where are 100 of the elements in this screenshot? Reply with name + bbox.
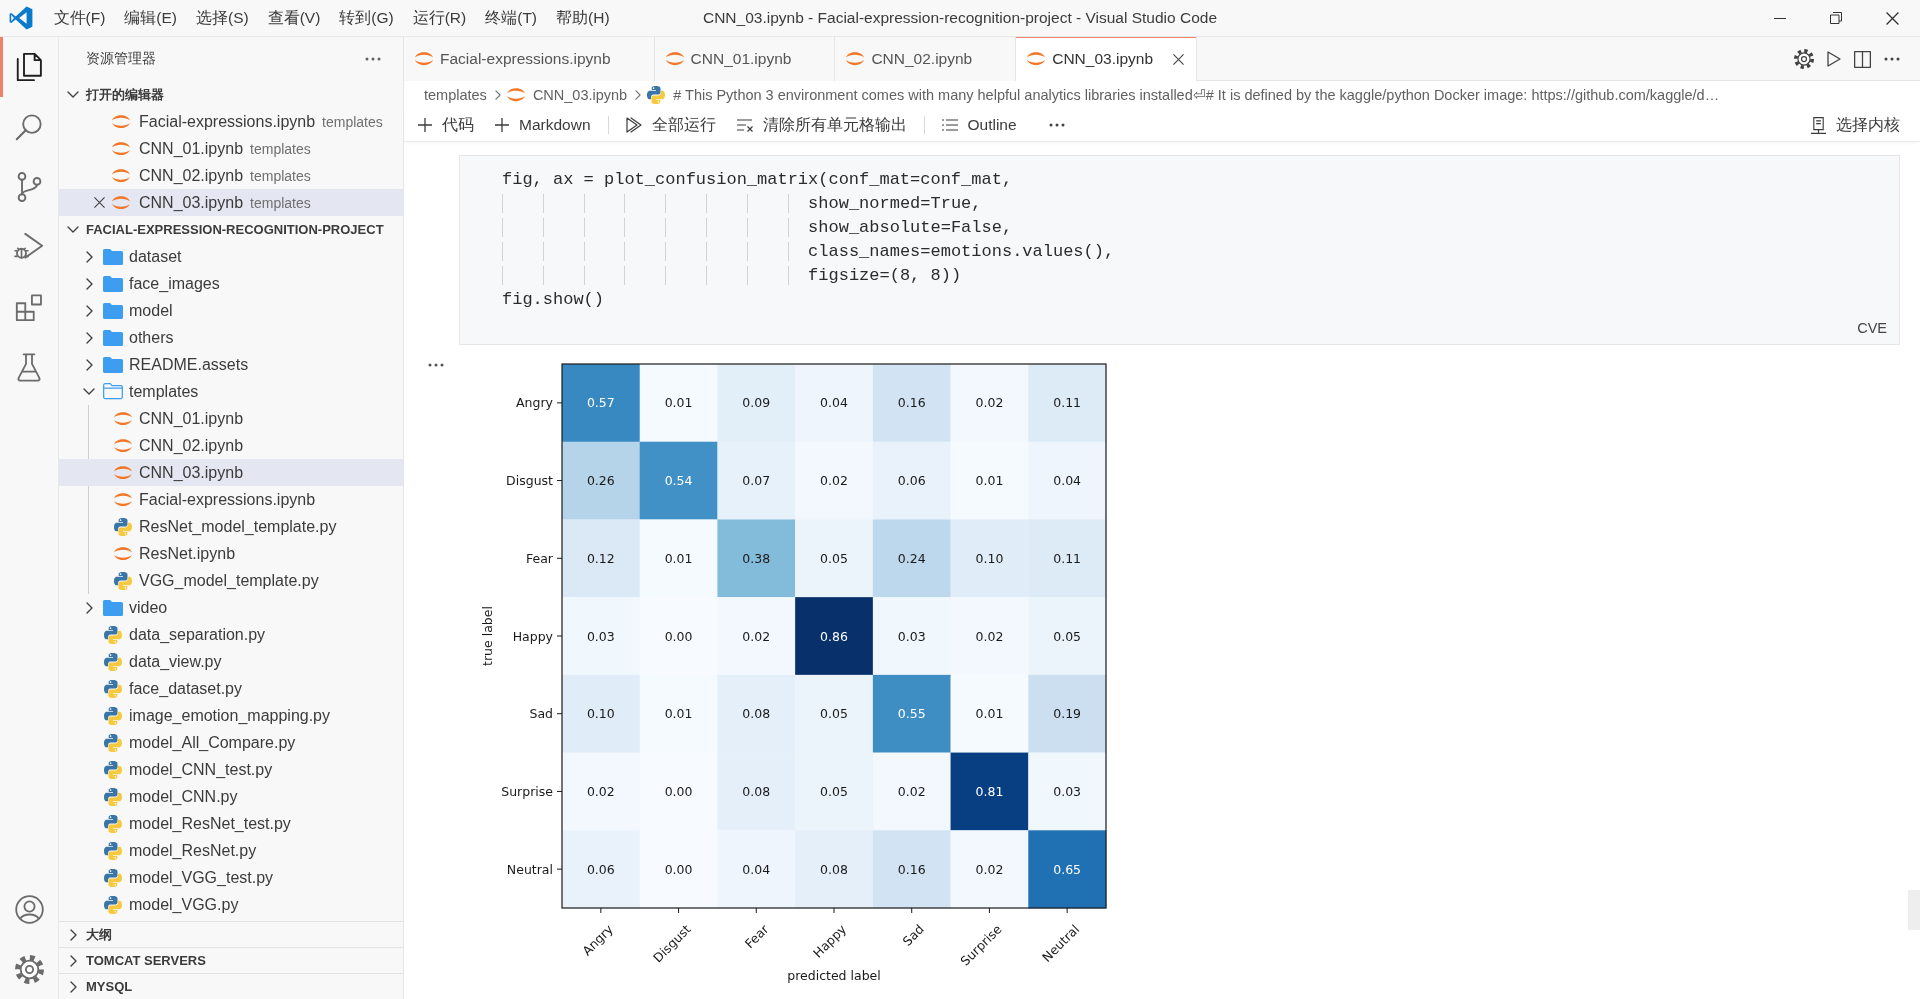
- breadcrumb-item[interactable]: templates: [424, 87, 487, 103]
- tree-item[interactable]: CNN_03.ipynb: [59, 459, 403, 486]
- run-all-button[interactable]: 全部运行: [621, 112, 720, 138]
- section-header[interactable]: 大纲: [59, 921, 403, 947]
- heatmap-cell: 0.02: [950, 597, 1029, 676]
- menu-item[interactable]: 文件(F): [44, 0, 115, 36]
- tree-item[interactable]: face_images: [59, 270, 403, 297]
- close-icon[interactable]: [1172, 53, 1184, 65]
- split-editor-icon[interactable]: [1854, 50, 1871, 68]
- python-icon: [114, 517, 132, 536]
- axis-title: predicted label: [787, 968, 881, 983]
- tree-item[interactable]: model_ResNet_test.py: [59, 810, 403, 837]
- menu-item[interactable]: 查看(V): [258, 0, 330, 36]
- breadcrumb-item[interactable]: CNN_03.ipynb: [506, 87, 628, 103]
- heatmap-cell: 0.86: [795, 597, 874, 676]
- tree-item[interactable]: model_VGG_test.py: [59, 864, 403, 891]
- chevron-right-icon: [494, 90, 501, 100]
- add-button[interactable]: Markdown: [491, 112, 595, 138]
- jupyter-icon: [114, 438, 132, 453]
- section-header[interactable]: FACIAL-EXPRESSION-RECOGNITION-PROJECT: [59, 216, 403, 243]
- tree-item[interactable]: data_view.py: [59, 648, 403, 675]
- run-icon[interactable]: [1827, 51, 1841, 67]
- chevron-down-icon[interactable]: [83, 388, 95, 395]
- heatmap-cell: 0.10: [562, 674, 640, 753]
- chevron-right-icon[interactable]: [85, 277, 93, 290]
- chevron-right-icon[interactable]: [69, 954, 77, 967]
- tree-item[interactable]: model_CNN_test.py: [59, 756, 403, 783]
- jupyter-icon: [846, 52, 865, 66]
- more-icon[interactable]: [1048, 123, 1065, 127]
- tree-item[interactable]: dataset: [59, 243, 403, 270]
- flask-icon: [17, 352, 41, 382]
- account-icon: [14, 894, 44, 924]
- tree-item[interactable]: image_emotion_mapping.py: [59, 702, 403, 729]
- cell-language[interactable]: CVE: [1857, 320, 1887, 336]
- open-editor-item[interactable]: CNN_01.ipynb templates: [59, 135, 403, 162]
- tree-item[interactable]: CNN_02.ipynb: [59, 432, 403, 459]
- editor-tab[interactable]: CNN_02.ipynb: [835, 37, 1017, 81]
- editor-tab[interactable]: Facial-expressions.ipynb: [404, 37, 655, 81]
- add-button[interactable]: 代码: [414, 112, 478, 138]
- breadcrumb-item[interactable]: # This Python 3 environment comes with many helpful analytics libraries installed⏎# It is defined by the kaggle/python Docker image: https://github.com/kaggle/d…: [647, 86, 1720, 104]
- tree-item[interactable]: model: [59, 297, 403, 324]
- tree-item[interactable]: video: [59, 594, 403, 621]
- menu-item[interactable]: 编辑(E): [114, 0, 187, 36]
- section-header[interactable]: TOMCAT SERVERS: [59, 947, 403, 973]
- tree-item[interactable]: model_CNN.py: [59, 783, 403, 810]
- minimize-icon[interactable]: [1774, 17, 1786, 19]
- heatmap-cell: 0.65: [1028, 830, 1107, 909]
- tree-item[interactable]: others: [59, 324, 403, 351]
- run-all-icon: [625, 117, 642, 133]
- chevron-right-icon[interactable]: [69, 980, 77, 993]
- menu-item[interactable]: 终端(T): [475, 0, 547, 36]
- editor-tab[interactable]: CNN_03.ipynb: [1016, 37, 1197, 81]
- python-icon: [104, 652, 122, 671]
- clear-outputs-button[interactable]: 清除所有单元格输出: [732, 112, 911, 138]
- open-editor-item[interactable]: CNN_03.ipynb templates: [59, 189, 403, 216]
- chevron-right-icon[interactable]: [85, 358, 93, 371]
- more-icon[interactable]: [428, 363, 444, 367]
- kernel-button[interactable]: 选择内核: [1807, 112, 1904, 138]
- tree-item[interactable]: templates: [59, 378, 403, 405]
- menu-item[interactable]: 运行(R): [403, 0, 476, 36]
- chevron-right-icon[interactable]: [85, 250, 93, 263]
- jupyter-icon: [665, 52, 684, 66]
- chevron-right-icon[interactable]: [85, 331, 93, 344]
- chevron-right-icon[interactable]: [69, 928, 77, 941]
- tree-item[interactable]: README.assets: [59, 351, 403, 378]
- tree-item[interactable]: model_ResNet.py: [59, 837, 403, 864]
- menu-item[interactable]: 帮助(H): [546, 0, 620, 36]
- chevron-down-icon[interactable]: [67, 226, 79, 233]
- menu-item[interactable]: 转到(G): [329, 0, 404, 36]
- restore-icon[interactable]: [1830, 12, 1842, 24]
- heatmap-cell: 0.19: [1028, 674, 1107, 753]
- chevron-right-icon[interactable]: [85, 304, 93, 317]
- chevron-down-icon[interactable]: [67, 91, 79, 98]
- outline-button[interactable]: Outline: [937, 112, 1021, 138]
- tree-item[interactable]: ResNet.ipynb: [59, 540, 403, 567]
- section-header[interactable]: 打开的编辑器: [59, 81, 403, 108]
- open-editor-item[interactable]: Facial-expressions.ipynb templates: [59, 108, 403, 135]
- tree-item[interactable]: CNN_01.ipynb: [59, 405, 403, 432]
- close-icon[interactable]: [1885, 11, 1899, 25]
- more-icon[interactable]: [1884, 57, 1900, 61]
- python-icon: [104, 814, 122, 833]
- jupyter-icon: [112, 195, 130, 210]
- close-icon[interactable]: [93, 197, 105, 208]
- menu-item[interactable]: 选择(S): [186, 0, 259, 36]
- section-header[interactable]: MYSQL: [59, 973, 403, 999]
- editor-tab[interactable]: CNN_01.ipynb: [654, 37, 836, 81]
- tree-item[interactable]: data_separation.py: [59, 621, 403, 648]
- settings-icon: [14, 954, 44, 984]
- open-editor-item[interactable]: CNN_02.ipynb templates: [59, 162, 403, 189]
- row-label: Surprise: [501, 783, 553, 799]
- tree-item[interactable]: face_dataset.py: [59, 675, 403, 702]
- tree-item[interactable]: model_VGG.py: [59, 891, 403, 918]
- settings-icon[interactable]: [1794, 49, 1814, 69]
- tree-item[interactable]: model_All_Compare.py: [59, 729, 403, 756]
- tree-item[interactable]: ResNet_model_template.py: [59, 513, 403, 540]
- chevron-right-icon[interactable]: [85, 601, 93, 614]
- python-icon: [104, 706, 122, 725]
- more-icon[interactable]: [365, 57, 381, 61]
- tree-item[interactable]: Facial-expressions.ipynb: [59, 486, 403, 513]
- tree-item[interactable]: VGG_model_template.py: [59, 567, 403, 594]
